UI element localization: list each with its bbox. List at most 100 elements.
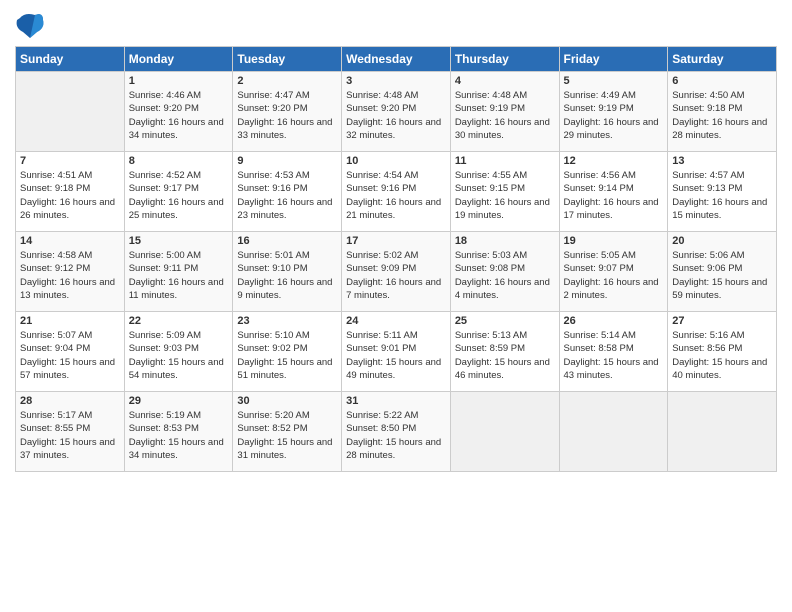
sunrise: Sunrise: 5:06 AM xyxy=(672,250,744,261)
sunset: Sunset: 9:09 PM xyxy=(346,263,416,274)
day-cell: 16Sunrise: 5:01 AMSunset: 9:10 PMDayligh… xyxy=(233,232,342,312)
sunrise: Sunrise: 5:11 AM xyxy=(346,330,418,341)
sunset: Sunset: 8:52 PM xyxy=(237,423,307,434)
daylight: Daylight: 16 hours and 21 minutes. xyxy=(346,197,441,221)
sunset: Sunset: 9:10 PM xyxy=(237,263,307,274)
sunrise: Sunrise: 5:14 AM xyxy=(564,330,636,341)
day-number: 31 xyxy=(346,395,446,407)
daylight: Daylight: 15 hours and 46 minutes. xyxy=(455,357,550,381)
day-cell: 23Sunrise: 5:10 AMSunset: 9:02 PMDayligh… xyxy=(233,312,342,392)
sunrise: Sunrise: 5:07 AM xyxy=(20,330,92,341)
sunset: Sunset: 8:50 PM xyxy=(346,423,416,434)
sunset: Sunset: 9:01 PM xyxy=(346,343,416,354)
day-number: 14 xyxy=(20,235,120,247)
day-info: Sunrise: 4:48 AMSunset: 9:20 PMDaylight:… xyxy=(346,89,446,142)
day-info: Sunrise: 4:54 AMSunset: 9:16 PMDaylight:… xyxy=(346,169,446,222)
header-cell-friday: Friday xyxy=(559,47,668,72)
daylight: Daylight: 16 hours and 28 minutes. xyxy=(672,117,767,141)
sunrise: Sunrise: 5:17 AM xyxy=(20,410,92,421)
sunset: Sunset: 9:08 PM xyxy=(455,263,525,274)
day-info: Sunrise: 5:06 AMSunset: 9:06 PMDaylight:… xyxy=(672,249,772,302)
day-info: Sunrise: 5:07 AMSunset: 9:04 PMDaylight:… xyxy=(20,329,120,382)
day-number: 30 xyxy=(237,395,337,407)
day-number: 7 xyxy=(20,155,120,167)
sunset: Sunset: 9:20 PM xyxy=(129,103,199,114)
logo-icon xyxy=(15,10,45,40)
sunset: Sunset: 9:17 PM xyxy=(129,183,199,194)
day-number: 10 xyxy=(346,155,446,167)
day-info: Sunrise: 4:51 AMSunset: 9:18 PMDaylight:… xyxy=(20,169,120,222)
day-cell: 5Sunrise: 4:49 AMSunset: 9:19 PMDaylight… xyxy=(559,72,668,152)
sunset: Sunset: 9:19 PM xyxy=(455,103,525,114)
sunrise: Sunrise: 4:54 AM xyxy=(346,170,418,181)
day-cell: 22Sunrise: 5:09 AMSunset: 9:03 PMDayligh… xyxy=(124,312,233,392)
day-cell: 9Sunrise: 4:53 AMSunset: 9:16 PMDaylight… xyxy=(233,152,342,232)
day-info: Sunrise: 4:57 AMSunset: 9:13 PMDaylight:… xyxy=(672,169,772,222)
sunrise: Sunrise: 5:10 AM xyxy=(237,330,309,341)
day-info: Sunrise: 5:09 AMSunset: 9:03 PMDaylight:… xyxy=(129,329,229,382)
day-number: 8 xyxy=(129,155,229,167)
day-info: Sunrise: 5:02 AMSunset: 9:09 PMDaylight:… xyxy=(346,249,446,302)
day-number: 6 xyxy=(672,75,772,87)
sunset: Sunset: 9:18 PM xyxy=(672,103,742,114)
day-info: Sunrise: 5:13 AMSunset: 8:59 PMDaylight:… xyxy=(455,329,555,382)
daylight: Daylight: 16 hours and 29 minutes. xyxy=(564,117,659,141)
daylight: Daylight: 16 hours and 32 minutes. xyxy=(346,117,441,141)
day-info: Sunrise: 4:52 AMSunset: 9:17 PMDaylight:… xyxy=(129,169,229,222)
daylight: Daylight: 16 hours and 2 minutes. xyxy=(564,277,659,301)
day-number: 4 xyxy=(455,75,555,87)
sunrise: Sunrise: 5:19 AM xyxy=(129,410,201,421)
day-number: 3 xyxy=(346,75,446,87)
day-info: Sunrise: 5:17 AMSunset: 8:55 PMDaylight:… xyxy=(20,409,120,462)
daylight: Daylight: 16 hours and 15 minutes. xyxy=(672,197,767,221)
sunset: Sunset: 8:53 PM xyxy=(129,423,199,434)
sunrise: Sunrise: 4:55 AM xyxy=(455,170,527,181)
sunset: Sunset: 8:59 PM xyxy=(455,343,525,354)
sunset: Sunset: 9:15 PM xyxy=(455,183,525,194)
day-number: 25 xyxy=(455,315,555,327)
day-cell: 29Sunrise: 5:19 AMSunset: 8:53 PMDayligh… xyxy=(124,392,233,472)
sunrise: Sunrise: 5:20 AM xyxy=(237,410,309,421)
daylight: Daylight: 16 hours and 9 minutes. xyxy=(237,277,332,301)
sunrise: Sunrise: 4:46 AM xyxy=(129,90,201,101)
daylight: Daylight: 16 hours and 11 minutes. xyxy=(129,277,224,301)
daylight: Daylight: 16 hours and 33 minutes. xyxy=(237,117,332,141)
day-cell xyxy=(668,392,777,472)
sunset: Sunset: 9:02 PM xyxy=(237,343,307,354)
sunrise: Sunrise: 5:03 AM xyxy=(455,250,527,261)
sunrise: Sunrise: 4:47 AM xyxy=(237,90,309,101)
day-number: 13 xyxy=(672,155,772,167)
day-number: 21 xyxy=(20,315,120,327)
daylight: Daylight: 15 hours and 40 minutes. xyxy=(672,357,767,381)
day-number: 11 xyxy=(455,155,555,167)
header-cell-monday: Monday xyxy=(124,47,233,72)
daylight: Daylight: 16 hours and 23 minutes. xyxy=(237,197,332,221)
header-cell-sunday: Sunday xyxy=(16,47,125,72)
daylight: Daylight: 16 hours and 13 minutes. xyxy=(20,277,115,301)
sunset: Sunset: 9:12 PM xyxy=(20,263,90,274)
day-number: 2 xyxy=(237,75,337,87)
day-info: Sunrise: 5:14 AMSunset: 8:58 PMDaylight:… xyxy=(564,329,664,382)
week-row-1: 7 Sunrise: 4:51 AMSunset: 9:18 PMDaylight… xyxy=(16,152,777,232)
day-cell: 8 Sunrise: 4:52 AMSunset: 9:17 PMDaylight… xyxy=(124,152,233,232)
sunrise: Sunrise: 5:00 AM xyxy=(129,250,201,261)
day-info: Sunrise: 5:00 AMSunset: 9:11 PMDaylight:… xyxy=(129,249,229,302)
day-number: 29 xyxy=(129,395,229,407)
header-row: SundayMondayTuesdayWednesdayThursdayFrid… xyxy=(16,47,777,72)
daylight: Daylight: 16 hours and 26 minutes. xyxy=(20,197,115,221)
sunrise: Sunrise: 4:56 AM xyxy=(564,170,636,181)
day-number: 17 xyxy=(346,235,446,247)
sunrise: Sunrise: 4:48 AM xyxy=(346,90,418,101)
header xyxy=(15,10,777,40)
daylight: Daylight: 15 hours and 57 minutes. xyxy=(20,357,115,381)
week-row-2: 14Sunrise: 4:58 AMSunset: 9:12 PMDayligh… xyxy=(16,232,777,312)
sunrise: Sunrise: 4:51 AM xyxy=(20,170,92,181)
week-row-4: 28Sunrise: 5:17 AMSunset: 8:55 PMDayligh… xyxy=(16,392,777,472)
day-cell: 6Sunrise: 4:50 AMSunset: 9:18 PMDaylight… xyxy=(668,72,777,152)
day-info: Sunrise: 5:22 AMSunset: 8:50 PMDaylight:… xyxy=(346,409,446,462)
day-cell: 24Sunrise: 5:11 AMSunset: 9:01 PMDayligh… xyxy=(342,312,451,392)
daylight: Daylight: 16 hours and 17 minutes. xyxy=(564,197,659,221)
day-cell: 3 Sunrise: 4:48 AMSunset: 9:20 PMDaylight… xyxy=(342,72,451,152)
daylight: Daylight: 15 hours and 31 minutes. xyxy=(237,437,332,461)
day-info: Sunrise: 5:03 AMSunset: 9:08 PMDaylight:… xyxy=(455,249,555,302)
